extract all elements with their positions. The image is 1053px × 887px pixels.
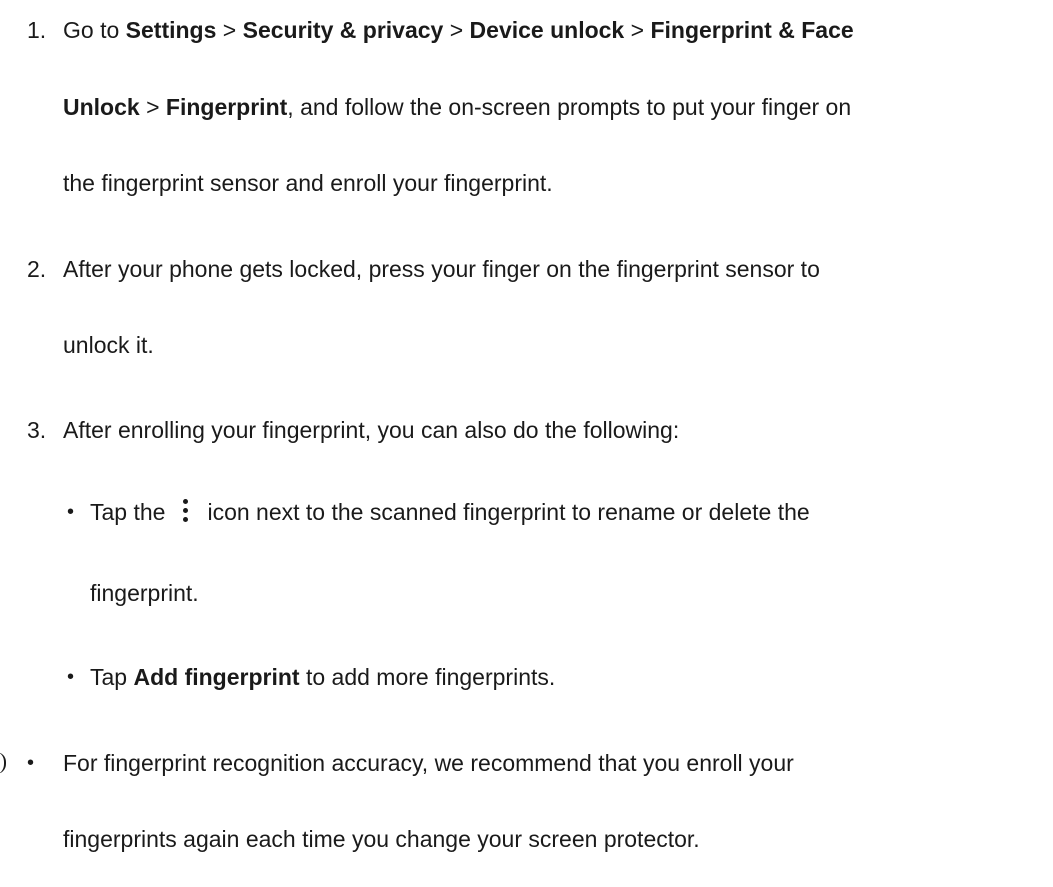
- step-1-line-3: the fingerprint sensor and enroll your f…: [63, 170, 553, 196]
- unlock-menu-path: Unlock: [63, 94, 140, 120]
- note-line-2: fingerprints again each time you change …: [63, 826, 700, 852]
- security-privacy-menu-path: Security & privacy: [242, 17, 444, 43]
- settings-menu-path: Settings: [125, 17, 217, 43]
- sub-bullet-2-line-1: Tap Add fingerprint to add more fingerpr…: [90, 664, 556, 690]
- note-line-1: For fingerprint recognition accuracy, we…: [63, 750, 794, 776]
- instruction-document: 1. Go to Settings > Security & privacy >…: [0, 0, 1053, 887]
- fingerprint-menu-path: Fingerprint: [165, 94, 288, 120]
- step-number: 2.: [27, 256, 47, 282]
- step-1-line-2: Unlock > Fingerprint, and follow the on-…: [63, 94, 852, 120]
- sub-bullet-1-line-2: fingerprint.: [90, 580, 199, 606]
- bullet: •: [67, 666, 75, 688]
- step-number: 1.: [27, 17, 47, 43]
- step-1-line-1: Go to Settings > Security & privacy > De…: [63, 17, 854, 43]
- note-icon: [0, 752, 6, 774]
- device-unlock-menu-path: Device unlock: [469, 17, 625, 43]
- bullet: •: [27, 752, 35, 774]
- more-vertical-icon: [171, 498, 201, 524]
- add-fingerprint-label: Add fingerprint: [133, 664, 300, 690]
- step-2-line-2: unlock it.: [63, 332, 154, 358]
- step-number: 3.: [27, 417, 47, 443]
- fingerprint-face-menu-path: Fingerprint & Face: [650, 17, 854, 43]
- bullet: •: [67, 501, 75, 523]
- step-2-line-1: After your phone gets locked, press your…: [63, 256, 820, 282]
- step-3-line-1: After enrolling your fingerprint, you ca…: [63, 417, 680, 443]
- sub-bullet-1-line-1: Tap the icon next to the scanned fingerpr…: [90, 498, 810, 525]
